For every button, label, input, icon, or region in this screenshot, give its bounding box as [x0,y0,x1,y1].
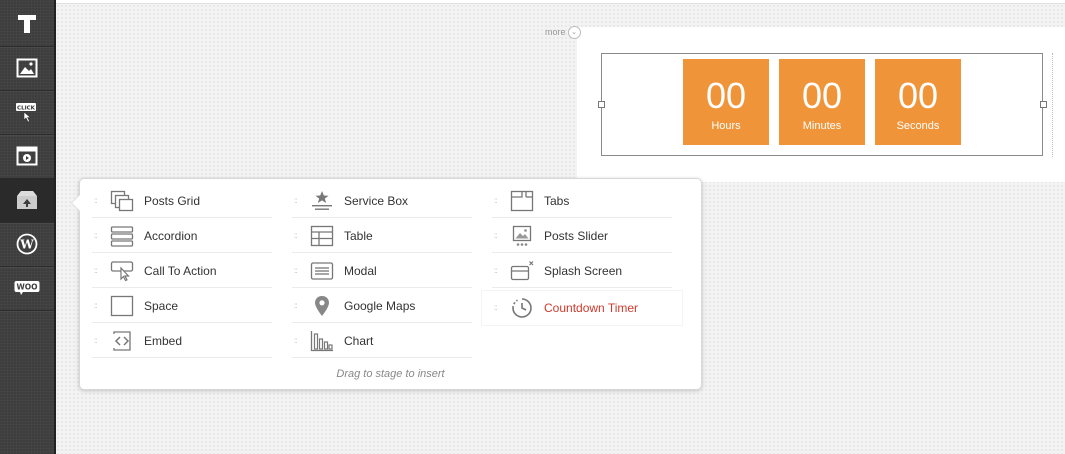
countdown-hours-label: Hours [711,120,741,132]
embed-icon [110,329,134,353]
widget-google-maps[interactable]: :: Google Maps [292,289,472,323]
countdown-seconds-label: Seconds [896,120,940,132]
chart-icon [310,329,334,353]
drag-grip-icon: :: [94,265,97,275]
click-button-icon: CLICK [14,100,40,124]
drag-grip-icon: :: [294,195,297,205]
countdown-hours-value: 00 [705,75,747,116]
widget-countdown-timer[interactable]: :: Countdown Timer [482,291,682,325]
widget-label: Space [144,298,179,313]
video-tool[interactable] [0,134,54,179]
column-divider [1052,53,1053,157]
drag-grip-icon: :: [294,230,297,240]
modal-icon [310,259,334,283]
more-label: more [545,27,566,37]
widget-table[interactable]: :: Table [292,219,472,253]
widget-label: Accordion [144,228,198,243]
tabs-icon [510,189,534,213]
call-to-action-icon [110,259,134,283]
text-icon [16,13,38,35]
widget-service-box[interactable]: :: Service Box [292,184,472,218]
drag-grip-icon: :: [494,303,497,312]
widget-label: Posts Slider [544,228,609,243]
resize-handle-right[interactable] [1040,101,1047,108]
video-icon [16,145,38,167]
service-box-icon [310,189,334,213]
resize-handle-left[interactable] [598,101,605,108]
woo-label: WOO [16,283,37,292]
posts-grid-icon [110,189,134,213]
drag-grip-icon: :: [294,335,297,345]
widget-accordion[interactable]: :: Accordion [92,219,272,253]
widget-label: Chart [344,333,374,348]
wordpress-tool[interactable]: W [0,222,54,267]
posts-slider-icon [510,224,534,248]
widget-palette-popup: :: Posts Grid :: Accordion :: Call To Ac… [71,178,702,390]
countdown-minutes-box: 00 Minutes [779,59,865,145]
widget-tabs[interactable]: :: Tabs [492,184,672,218]
map-pin-icon [310,294,334,318]
splash-screen-icon [510,259,534,283]
drag-grip-icon: :: [294,300,297,310]
woo-icon: WOO [14,280,40,296]
drag-grip-icon: :: [494,265,497,275]
widget-call-to-action[interactable]: :: Call To Action [92,254,272,288]
countdown-minutes-label: Minutes [802,120,842,132]
drag-grip-icon: :: [494,195,497,205]
widget-label: Service Box [344,193,409,208]
widget-posts-grid[interactable]: :: Posts Grid [92,184,272,218]
drag-hint-text: Drag to stage to insert [336,368,445,380]
click-button-label: CLICK [17,106,36,112]
widget-label: Tabs [544,193,570,208]
drag-grip-icon: :: [294,265,297,275]
widget-label: Table [344,228,373,243]
drag-grip-icon: :: [94,230,97,240]
countdown-seconds-box: 00 Seconds [875,59,961,145]
drag-grip-icon: :: [94,300,97,310]
widget-embed[interactable]: :: Embed [92,324,272,358]
chevron-down-icon: ⌄ [567,25,581,39]
widget-modal[interactable]: :: Modal [292,254,472,288]
accordion-icon [110,224,134,248]
widget-label: Call To Action [144,263,217,278]
widgets-tool[interactable] [0,178,54,223]
popup-pointer [72,195,80,211]
text-tool[interactable] [0,2,54,47]
stage-top-edge [56,0,1065,4]
widget-chart[interactable]: :: Chart [292,324,472,358]
button-tool[interactable]: CLICK [0,90,54,135]
drag-grip-icon: :: [94,335,97,345]
package-icon [15,189,39,211]
widget-label: Countdown Timer [544,301,639,315]
widget-space[interactable]: :: Space [92,289,272,323]
more-button[interactable]: more ⌄ [545,25,581,39]
widget-splash-screen[interactable]: :: Splash Screen [492,254,672,288]
drag-grip-icon: :: [494,230,497,240]
widget-label: Embed [144,333,183,348]
widget-label: Posts Grid [144,193,201,208]
table-icon [310,224,334,248]
svg-text:W: W [19,238,34,252]
countdown-hours-box: 00 Hours [683,59,769,145]
widget-label: Modal [344,263,377,278]
drag-grip-icon: :: [94,195,97,205]
widget-label: Splash Screen [544,263,623,278]
space-icon [110,294,134,318]
woo-tool[interactable]: WOO [0,266,54,311]
countdown-minutes-value: 00 [801,75,843,116]
image-tool[interactable] [0,46,54,91]
countdown-timer-icon [510,296,534,320]
image-icon [16,57,38,79]
widget-posts-slider[interactable]: :: Posts Slider [492,219,672,253]
widget-label: Google Maps [344,298,416,313]
left-toolbar: CLICK W WOO [0,0,56,454]
countdown-seconds-value: 00 [897,75,939,116]
wordpress-icon: W [16,233,38,255]
